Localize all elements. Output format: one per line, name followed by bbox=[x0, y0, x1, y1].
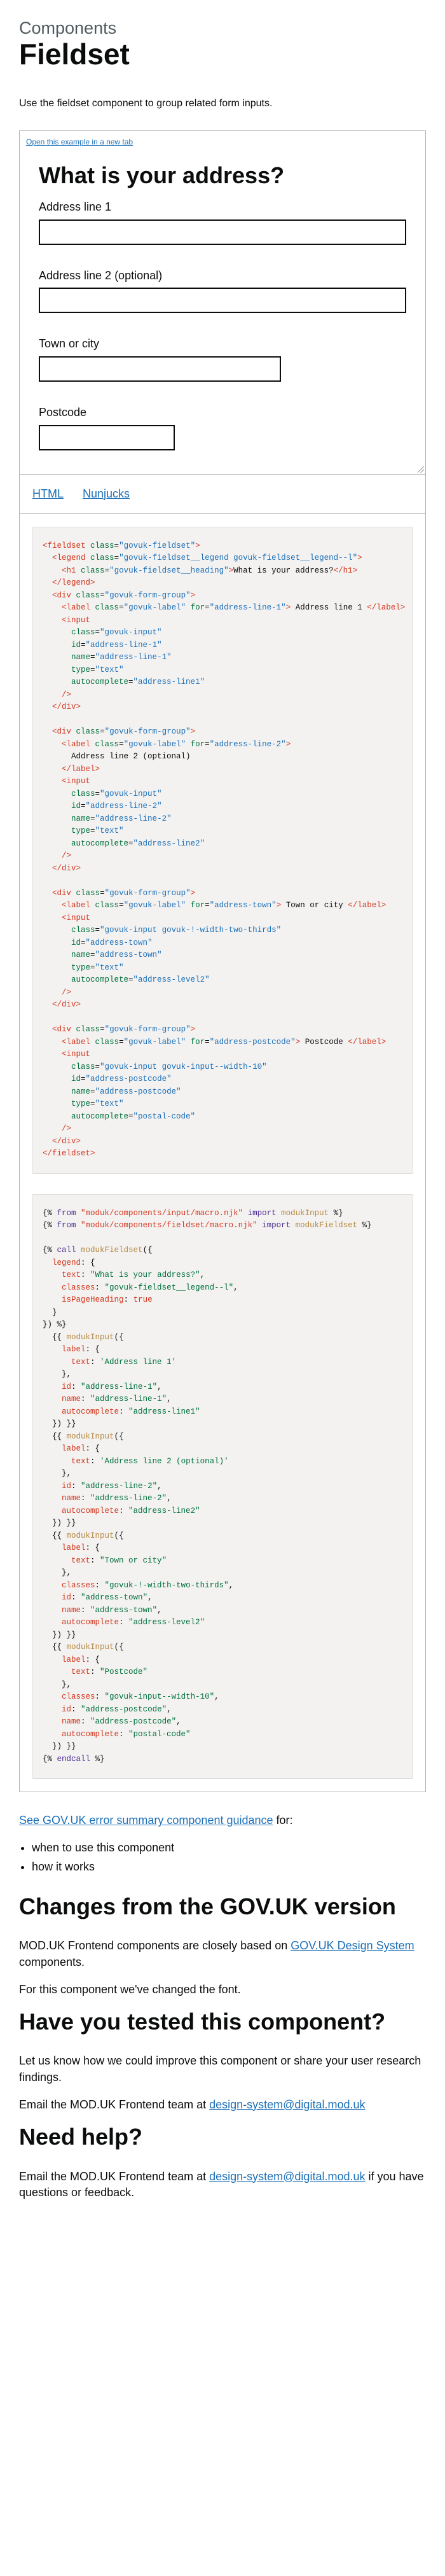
changes-text: MOD.UK Frontend components are closely b… bbox=[19, 1939, 291, 1953]
code-tabs: HTML Nunjucks bbox=[20, 475, 425, 514]
html-code-block[interactable]: <fieldset class="govuk-fieldset"> <legen… bbox=[32, 526, 413, 1174]
govuk-design-system-link[interactable]: GOV.UK Design System bbox=[291, 1939, 414, 1952]
page: Components Fieldset Use the fieldset com… bbox=[0, 0, 445, 2238]
changes-heading: Changes from the GOV.UK version bbox=[19, 1893, 396, 1919]
help-paragraph: Email the MOD.UK Frontend team at design… bbox=[19, 2169, 426, 2201]
code-panels: <fieldset class="govuk-fieldset"> <legen… bbox=[20, 526, 425, 1779]
nunjucks-code-block[interactable]: {% from "moduk/components/input/macro.nj… bbox=[32, 1194, 413, 1779]
page-lede: Use the fieldset component to group rela… bbox=[19, 98, 273, 109]
changes-paragraph-1: MOD.UK Frontend components are closely b… bbox=[19, 1938, 426, 1970]
list-item: how it works bbox=[32, 1859, 426, 1875]
list-item: when to use this component bbox=[32, 1840, 426, 1856]
tab-nunjucks[interactable]: Nunjucks bbox=[83, 487, 130, 501]
open-example-link[interactable]: Open this example in a new tab bbox=[20, 131, 139, 146]
changes-text-suffix: components. bbox=[19, 1955, 85, 1968]
help-text: Email the MOD.UK Frontend team at bbox=[19, 2169, 210, 2183]
address-line-1-label: Address line 1 bbox=[39, 200, 112, 214]
help-email-link[interactable]: design-system@digital.mod.uk bbox=[209, 2170, 365, 2183]
resize-handle-icon[interactable] bbox=[418, 466, 424, 473]
tested-heading: Have you tested this component? bbox=[19, 2008, 386, 2035]
guidance-list: when to use this component how it works bbox=[19, 1840, 426, 1874]
address-town-label: Town or city bbox=[39, 337, 100, 351]
guidance-suffix: for: bbox=[273, 1814, 293, 1827]
changes-paragraph-2: For this component we've changed the fon… bbox=[19, 1982, 241, 1996]
guidance-paragraph: See GOV.UK error summary component guida… bbox=[19, 1813, 426, 1828]
tested-paragraph-1: Let us know how we could improve this co… bbox=[19, 2054, 421, 2084]
address-line-2-label: Address line 2 (optional) bbox=[39, 268, 163, 282]
example-preview-frame: Open this example in a new tab What is y… bbox=[20, 131, 425, 475]
guidance-link[interactable]: See GOV.UK error summary component guida… bbox=[19, 1814, 273, 1827]
example-fieldset: What is your address? Address line 1 Add… bbox=[20, 148, 425, 450]
fieldset-legend-heading: What is your address? bbox=[39, 162, 285, 188]
form-group-address-postcode: Postcode bbox=[39, 406, 406, 450]
address-line-2-input[interactable] bbox=[39, 288, 406, 314]
address-town-input[interactable] bbox=[39, 356, 282, 382]
page-title: Fieldset bbox=[19, 37, 130, 71]
form-group-address-line-1: Address line 1 bbox=[39, 200, 406, 245]
example-container: Open this example in a new tab What is y… bbox=[19, 130, 426, 1793]
help-heading: Need help? bbox=[19, 2124, 143, 2150]
tested-text: Email the MOD.UK Frontend team at bbox=[19, 2098, 210, 2111]
tested-email-link[interactable]: design-system@digital.mod.uk bbox=[209, 2098, 365, 2111]
form-group-address-line-2: Address line 2 (optional) bbox=[39, 269, 406, 314]
page-caption: Components bbox=[19, 18, 117, 38]
address-postcode-input[interactable] bbox=[39, 424, 175, 450]
form-group-address-town: Town or city bbox=[39, 337, 406, 382]
tested-paragraph-2: Email the MOD.UK Frontend team at design… bbox=[19, 2097, 426, 2113]
address-line-1-input[interactable] bbox=[39, 219, 406, 245]
address-postcode-label: Postcode bbox=[39, 406, 87, 419]
tab-html[interactable]: HTML bbox=[32, 487, 64, 501]
